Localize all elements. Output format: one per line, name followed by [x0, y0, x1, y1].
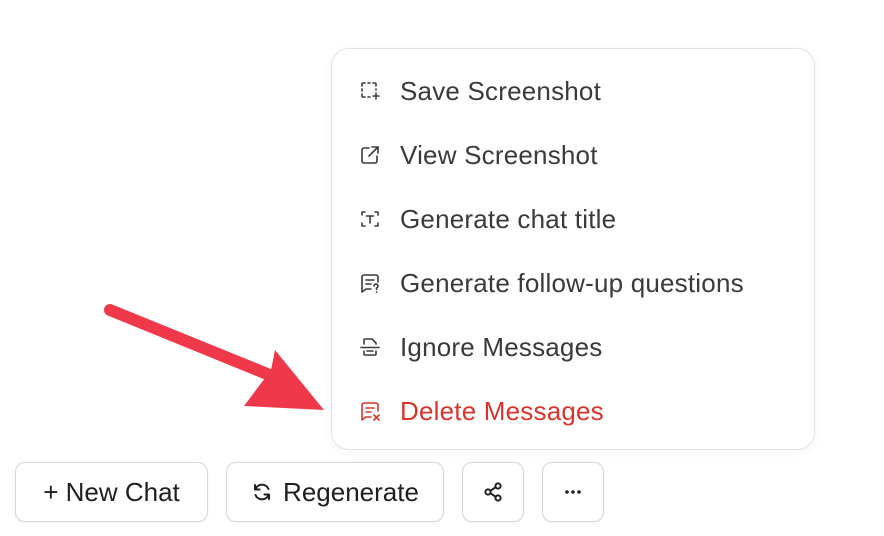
menu-item-label: Delete Messages — [400, 395, 604, 426]
menu-item-label: Generate chat title — [400, 203, 617, 234]
more-horizontal-icon — [561, 480, 585, 504]
menu-item-save-screenshot[interactable]: Save Screenshot — [332, 59, 814, 123]
regenerate-label: Regenerate — [283, 476, 419, 507]
strikethrough-doc-icon — [358, 335, 382, 359]
menu-item-view-screenshot[interactable]: View Screenshot — [332, 123, 814, 187]
menu-item-generate-follow-up-questions[interactable]: Generate follow-up questions — [332, 251, 814, 315]
menu-item-ignore-messages[interactable]: Ignore Messages — [332, 315, 814, 379]
more-options-button[interactable] — [542, 462, 604, 522]
screenshot-select-icon — [358, 79, 382, 103]
menu-item-label: Ignore Messages — [400, 331, 603, 362]
menu-item-label: Save Screenshot — [400, 75, 602, 106]
share-button[interactable] — [462, 462, 524, 522]
refresh-icon — [251, 481, 273, 503]
menu-item-generate-chat-title[interactable]: Generate chat title — [332, 187, 814, 251]
menu-item-delete-messages[interactable]: Delete Messages — [332, 379, 814, 443]
chat-delete-icon — [358, 399, 382, 423]
new-chat-button[interactable]: + New Chat — [15, 462, 208, 522]
menu-item-label: View Screenshot — [400, 139, 598, 170]
external-link-icon — [358, 143, 382, 167]
text-select-icon — [358, 207, 382, 231]
menu-item-label: Generate follow-up questions — [400, 267, 744, 298]
new-chat-label: + New Chat — [43, 476, 180, 507]
share-icon — [481, 480, 505, 504]
regenerate-button[interactable]: Regenerate — [226, 462, 444, 522]
chat-question-icon — [358, 271, 382, 295]
more-options-menu: Save Screenshot View Screenshot Generate… — [331, 48, 815, 450]
